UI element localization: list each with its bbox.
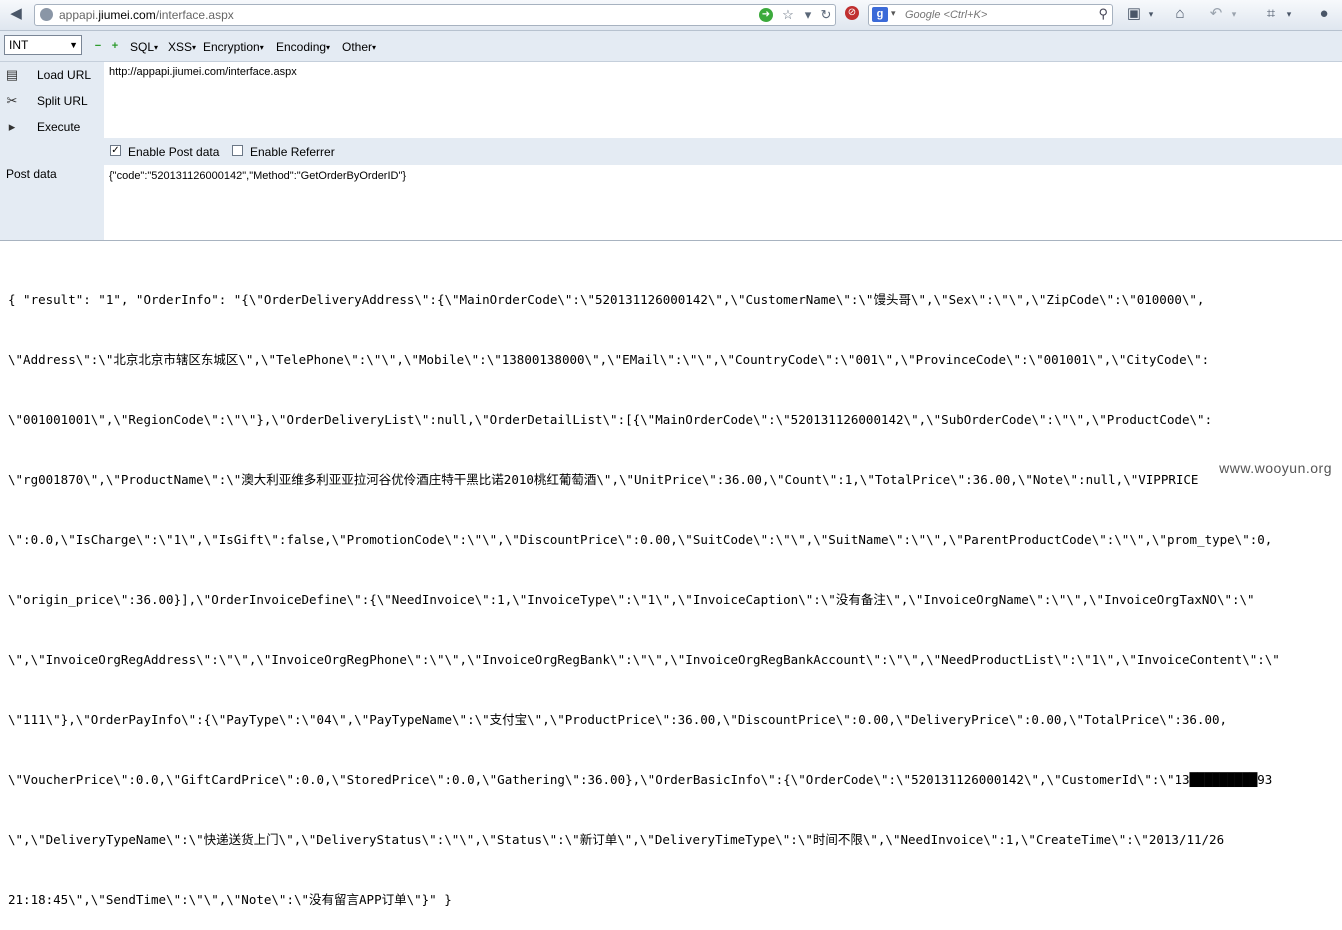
history-dropdown-icon[interactable]: ▾ bbox=[801, 8, 815, 22]
response-line: \"VoucherPrice\":0.0,\"GiftCardPrice\":0… bbox=[8, 772, 1273, 787]
menu-sql[interactable]: SQL▾ bbox=[130, 40, 158, 54]
enable-referrer-label: Enable Referrer bbox=[250, 145, 335, 159]
undo-dropdown-icon[interactable]: ▾ bbox=[1224, 4, 1244, 24]
load-url-button[interactable]: ▤ Load URL bbox=[0, 64, 104, 86]
menu-encoding[interactable]: Encoding▾ bbox=[276, 40, 330, 54]
menu-encryption[interactable]: Encryption▾ bbox=[203, 40, 264, 54]
menu-xss[interactable]: XSS▾ bbox=[168, 40, 196, 54]
back-icon[interactable]: ◀ bbox=[6, 4, 26, 24]
response-line: \"111\"},\"OrderPayInfo\":{\"PayType\":\… bbox=[8, 712, 1228, 727]
enable-post-checkbox[interactable]: ✓ bbox=[110, 145, 121, 156]
encoding-select[interactable]: INT ▼ bbox=[4, 35, 82, 55]
engine-dropdown-icon[interactable]: ▾ bbox=[891, 8, 896, 19]
search-icon[interactable]: ⚲ bbox=[1098, 6, 1108, 22]
response-line: \"001001001\",\"RegionCode\":\"\"},\"Ord… bbox=[8, 412, 1213, 427]
menu-other[interactable]: Other▾ bbox=[342, 40, 376, 54]
response-line: \":0.0,\"IsCharge\":\"1\",\"IsGift\":fal… bbox=[8, 532, 1273, 547]
google-icon: g bbox=[872, 7, 888, 22]
enable-post-label: Enable Post data bbox=[128, 145, 220, 159]
minus-icon[interactable]: − bbox=[94, 41, 102, 52]
go-arrow-icon[interactable]: ➜ bbox=[759, 8, 773, 22]
load-url-icon: ▤ bbox=[5, 67, 19, 82]
firebug-icon[interactable]: ● bbox=[1314, 4, 1334, 24]
response-line: \"rg001870\",\"ProductName\":\"澳大利亚维多利亚亚… bbox=[8, 472, 1199, 487]
execute-button[interactable]: ▸ Execute bbox=[0, 116, 104, 138]
globe-icon bbox=[40, 8, 53, 21]
watermark: www.wooyun.org bbox=[1219, 460, 1332, 476]
split-url-button[interactable]: ✂ Split URL bbox=[0, 90, 104, 112]
crop-icon[interactable]: ⌗ bbox=[1261, 4, 1281, 24]
browser-toolbar: ◀ appapi.jiumei.com/interface.aspx ➜ ☆ ▾… bbox=[0, 0, 1342, 31]
play-icon: ▸ bbox=[8, 119, 16, 134]
bookmark-star-icon[interactable]: ☆ bbox=[781, 8, 795, 22]
response-body: { "result": "1", "OrderInfo": "{\"OrderD… bbox=[8, 250, 1342, 930]
response-line: \"Address\":\"北京北京市辖区东城区\",\"TelePhone\"… bbox=[8, 352, 1210, 367]
search-input[interactable] bbox=[903, 7, 1087, 23]
hackbar-commands: ▤ Load URL ✂ Split URL ▸ Execute bbox=[0, 62, 104, 240]
post-options: ✓ Enable Post data Enable Referrer bbox=[104, 138, 1342, 165]
post-data-label: Post data bbox=[6, 167, 57, 181]
bookmarks-dropdown-icon[interactable]: ▾ bbox=[1141, 4, 1161, 24]
response-line: \"origin_price\":36.00}],\"OrderInvoiceD… bbox=[8, 592, 1255, 607]
post-data-textarea[interactable]: {"code":"520131126000142","Method":"GetO… bbox=[104, 165, 1342, 240]
plus-icon[interactable]: + bbox=[111, 41, 119, 52]
scissors-icon: ✂ bbox=[6, 93, 18, 108]
home-icon[interactable]: ⌂ bbox=[1170, 4, 1190, 24]
crop-dropdown-icon[interactable]: ▾ bbox=[1279, 4, 1299, 24]
divider bbox=[0, 240, 1342, 241]
chevron-down-icon: ▼ bbox=[69, 40, 78, 50]
url-textarea[interactable]: http://appapi.jiumei.com/interface.aspx bbox=[104, 62, 1342, 138]
undo-icon[interactable]: ↶ bbox=[1206, 4, 1226, 24]
response-line: 21:18:45\",\"SendTime\":\"\",\"Note\":\"… bbox=[8, 892, 452, 907]
hackbar-toolbar: INT ▼ − + SQL▾ XSS▾ Encryption▾ Encoding▾… bbox=[0, 31, 1342, 62]
search-box[interactable]: g ▾ ⚲ bbox=[868, 4, 1113, 26]
response-line: \",\"InvoiceOrgRegAddress\":\"\",\"Invoi… bbox=[8, 652, 1280, 667]
address-bar[interactable]: appapi.jiumei.com/interface.aspx ➜ ☆ ▾ ↻ bbox=[34, 4, 836, 26]
response-line: { "result": "1", "OrderInfo": "{\"OrderD… bbox=[8, 292, 1205, 307]
reload-icon[interactable]: ↻ bbox=[819, 8, 833, 22]
url-text: appapi.jiumei.com/interface.aspx bbox=[59, 8, 234, 22]
enable-referrer-checkbox[interactable] bbox=[232, 145, 243, 156]
noscript-icon[interactable]: ⊘ bbox=[845, 6, 859, 20]
response-line: \",\"DeliveryTypeName\":\"快递送货上门\",\"Del… bbox=[8, 832, 1225, 847]
